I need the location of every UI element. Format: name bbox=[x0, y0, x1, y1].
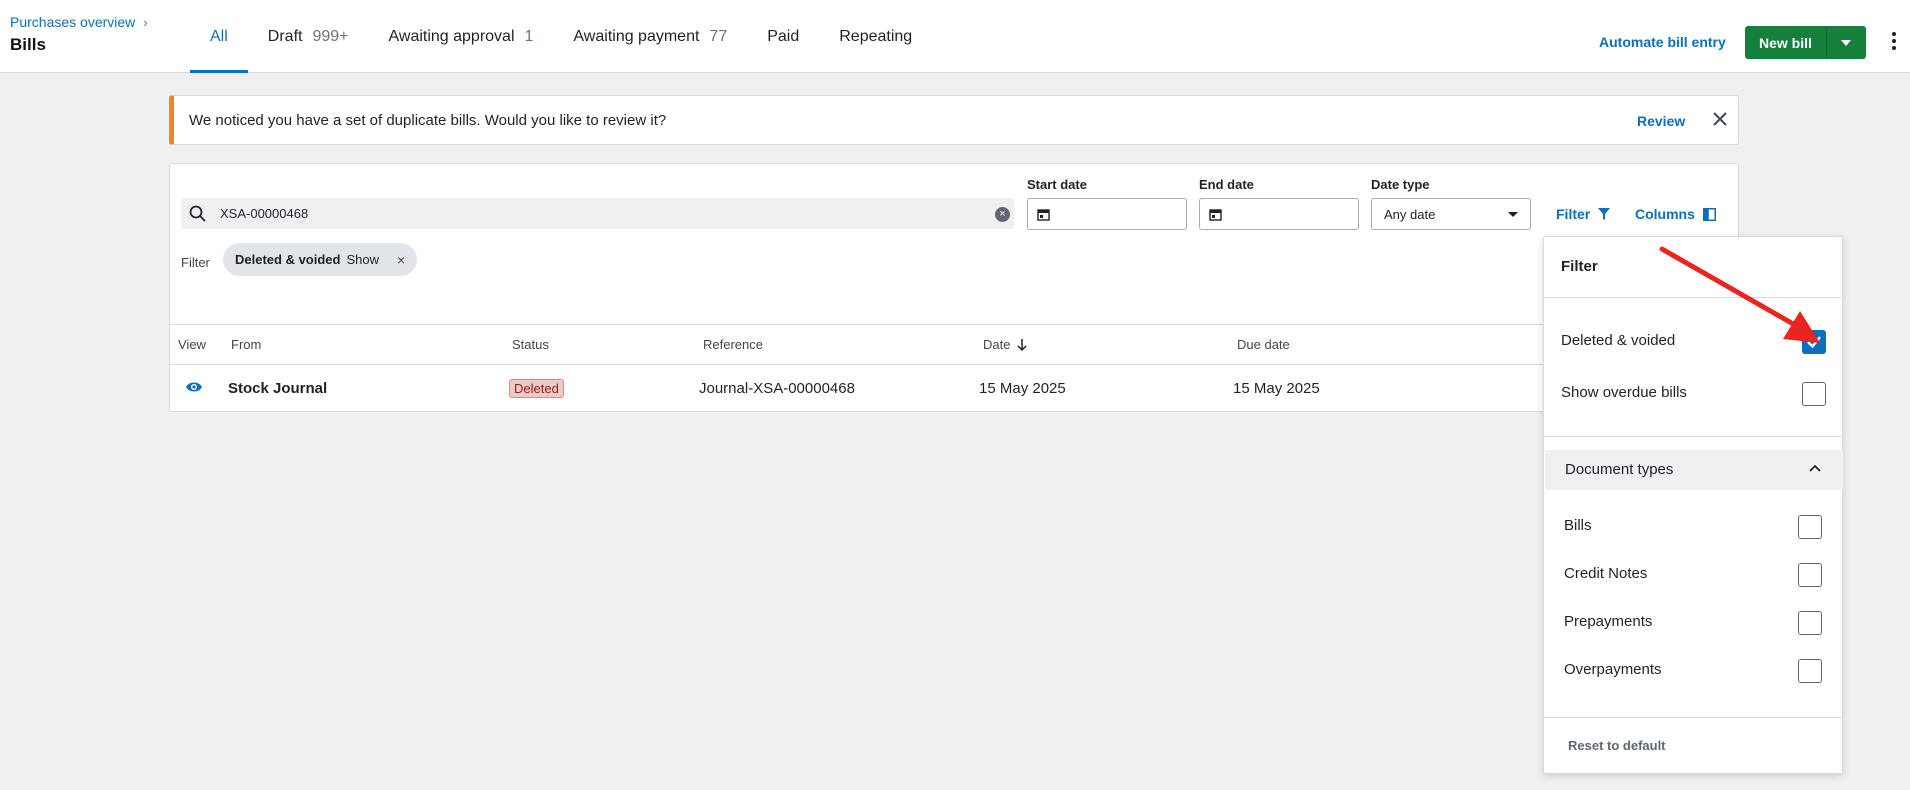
table-row[interactable]: Stock Journal Deleted Journal-XSA-000004… bbox=[170, 365, 1738, 411]
chevron-down-icon bbox=[1508, 212, 1518, 217]
bills-card: XSA-00000468 × Start date End date Date … bbox=[169, 163, 1739, 412]
filter-button[interactable]: Filter bbox=[1556, 206, 1611, 222]
start-date-input[interactable] bbox=[1027, 198, 1187, 230]
filter-label: Filter bbox=[181, 255, 210, 270]
row-date: 15 May 2025 bbox=[979, 380, 1066, 397]
tab-count: 77 bbox=[709, 27, 728, 45]
reset-to-default-button[interactable]: Reset to default bbox=[1568, 738, 1666, 753]
table-header: View From Status Reference Date Due date bbox=[170, 324, 1738, 365]
row-due-date: 15 May 2025 bbox=[1233, 380, 1320, 397]
review-button[interactable]: Review bbox=[1637, 113, 1685, 129]
column-header[interactable]: Due date bbox=[1237, 337, 1290, 352]
chip-value: Show bbox=[346, 252, 379, 267]
search-value: XSA-00000468 bbox=[220, 206, 309, 221]
calendar-icon bbox=[1037, 209, 1050, 221]
more-options-icon[interactable] bbox=[1891, 32, 1897, 50]
page-title: Bills bbox=[10, 35, 46, 54]
tab-all[interactable]: All bbox=[190, 0, 248, 73]
column-header[interactable]: Status bbox=[512, 337, 549, 352]
doc-type-label: Overpayments bbox=[1564, 661, 1662, 678]
chevron-right-icon: › bbox=[143, 14, 148, 30]
status-badge: Deleted bbox=[509, 379, 564, 398]
document-types-toggle[interactable]: Document types bbox=[1545, 450, 1843, 490]
caret-down-icon bbox=[1841, 39, 1852, 46]
arrow-down-icon bbox=[1017, 339, 1027, 352]
row-reference: Journal-XSA-00000468 bbox=[699, 380, 855, 397]
tab-bar: All Draft 999+ Awaiting approval 1 Awaitin… bbox=[190, 0, 932, 73]
tab-paid[interactable]: Paid bbox=[747, 0, 819, 73]
filter-panel-title: Filter bbox=[1561, 258, 1598, 275]
search-input[interactable]: XSA-00000468 × bbox=[181, 198, 1014, 229]
show-overdue-checkbox[interactable] bbox=[1802, 382, 1826, 406]
start-date-label: Start date bbox=[1027, 177, 1087, 192]
tab-awaiting-payment[interactable]: Awaiting payment 77 bbox=[553, 0, 747, 73]
overpayments-checkbox[interactable] bbox=[1798, 659, 1822, 683]
end-date-label: End date bbox=[1199, 177, 1254, 192]
banner-message: We noticed you have a set of duplicate b… bbox=[189, 112, 667, 129]
column-header[interactable]: From bbox=[231, 337, 261, 352]
chevron-up-icon bbox=[1809, 464, 1821, 472]
row-from: Stock Journal bbox=[228, 380, 328, 397]
date-type-label: Date type bbox=[1371, 177, 1430, 192]
annotation-arrow-icon bbox=[1659, 246, 1820, 343]
chip-name: Deleted & voided bbox=[235, 252, 341, 267]
tab-count: 1 bbox=[524, 27, 534, 45]
breadcrumb-link[interactable]: Purchases overview bbox=[10, 14, 135, 30]
columns-button[interactable]: Columns bbox=[1635, 206, 1716, 222]
show-overdue-label: Show overdue bills bbox=[1561, 384, 1687, 401]
columns-icon bbox=[1702, 207, 1716, 221]
automate-bill-entry-link[interactable]: Automate bill entry bbox=[1599, 34, 1726, 50]
credit-notes-checkbox[interactable] bbox=[1798, 563, 1822, 587]
column-header[interactable]: Reference bbox=[703, 337, 763, 352]
eye-icon[interactable] bbox=[185, 381, 203, 393]
tab-count: 999+ bbox=[312, 27, 349, 45]
date-type-select[interactable]: Any date bbox=[1371, 198, 1531, 230]
new-bill-split-button: New bill bbox=[1745, 26, 1866, 59]
divider bbox=[1544, 717, 1842, 718]
doc-type-label: Credit Notes bbox=[1564, 565, 1648, 582]
clear-search-icon[interactable]: × bbox=[995, 207, 1010, 222]
calendar-icon bbox=[1209, 209, 1222, 221]
search-icon bbox=[189, 205, 206, 222]
tab-awaiting-approval[interactable]: Awaiting approval 1 bbox=[369, 0, 554, 73]
prepayments-checkbox[interactable] bbox=[1798, 611, 1822, 635]
end-date-input[interactable] bbox=[1199, 198, 1359, 230]
breadcrumb[interactable]: Purchases overview › bbox=[10, 14, 148, 30]
new-bill-menu-button[interactable] bbox=[1825, 26, 1866, 59]
doc-type-label: Bills bbox=[1564, 517, 1592, 534]
tab-draft[interactable]: Draft 999+ bbox=[248, 0, 369, 73]
close-icon[interactable] bbox=[1711, 110, 1729, 128]
filter-chip[interactable]: Deleted & voided Show × bbox=[223, 243, 418, 276]
funnel-icon bbox=[1598, 208, 1611, 220]
date-type-value: Any date bbox=[1384, 207, 1436, 222]
tab-repeating[interactable]: Repeating bbox=[819, 0, 932, 73]
column-header[interactable]: Date bbox=[983, 337, 1010, 352]
bills-checkbox[interactable] bbox=[1798, 515, 1822, 539]
column-header: View bbox=[178, 337, 206, 352]
document-types-label: Document types bbox=[1565, 461, 1674, 478]
remove-chip-icon[interactable]: × bbox=[397, 252, 405, 268]
new-bill-button[interactable]: New bill bbox=[1745, 26, 1826, 59]
doc-type-label: Prepayments bbox=[1564, 613, 1653, 630]
duplicate-bills-banner: We noticed you have a set of duplicate b… bbox=[169, 95, 1739, 145]
top-bar: Purchases overview › Bills All Draft 999+… bbox=[0, 0, 1910, 73]
divider bbox=[1544, 436, 1842, 437]
